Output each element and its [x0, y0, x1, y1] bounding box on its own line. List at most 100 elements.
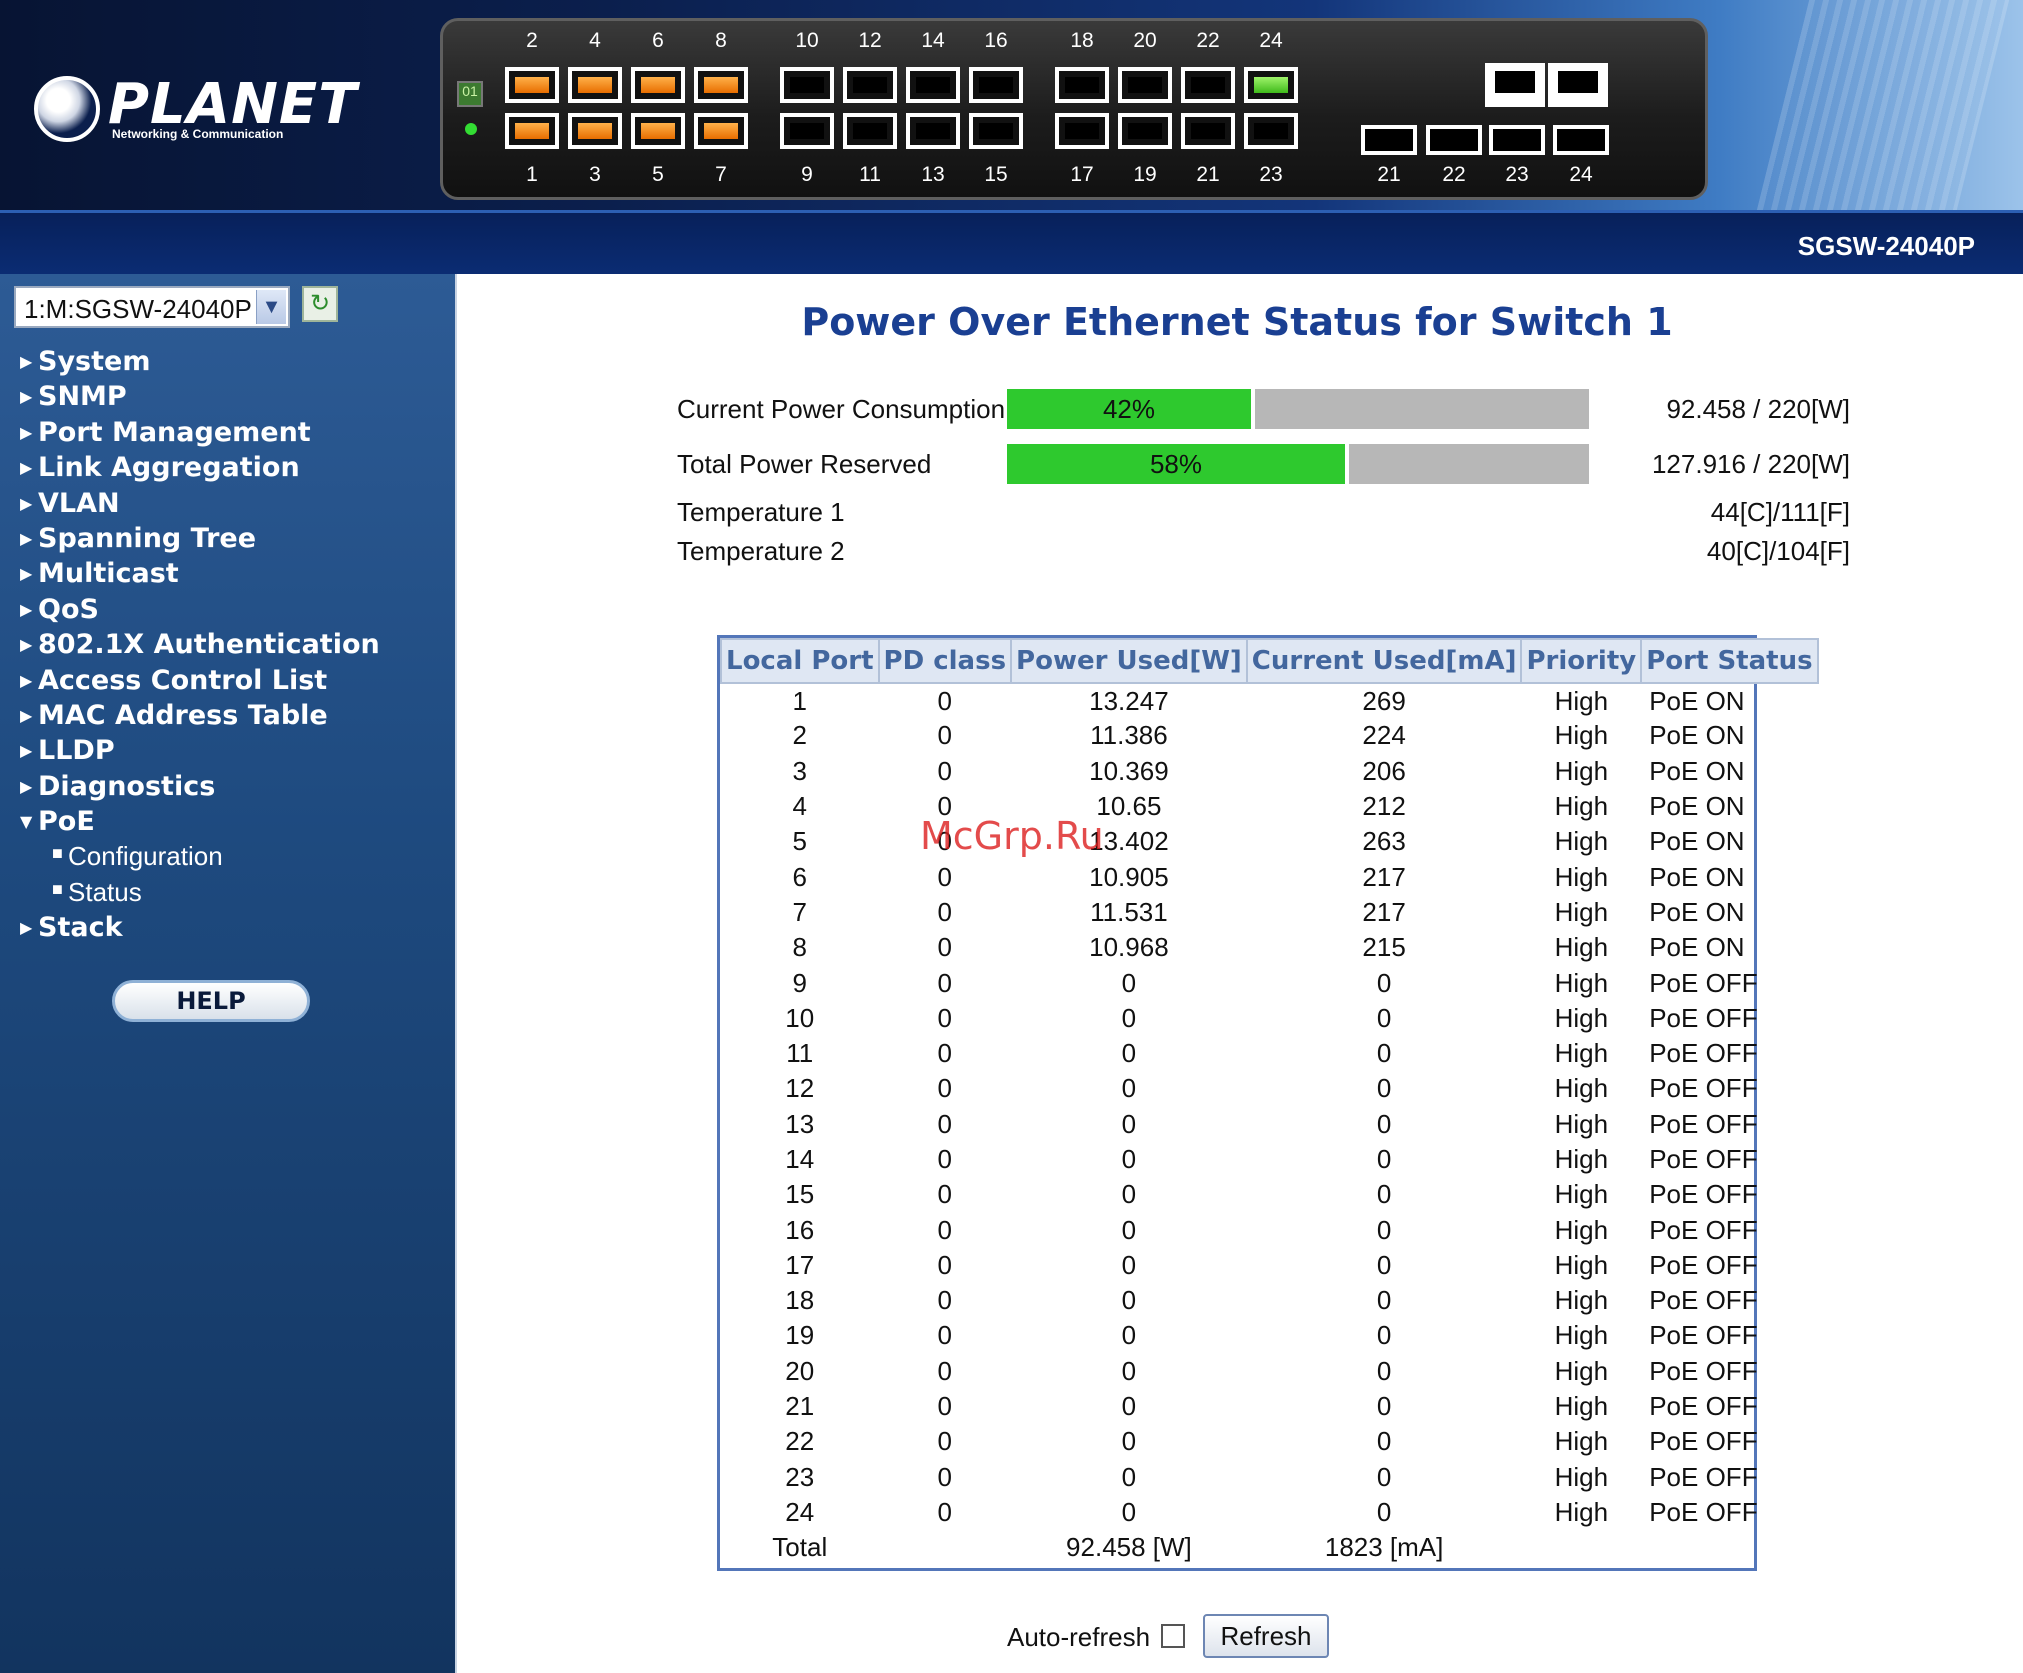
- sidebar-item-label: Access Control List: [38, 664, 328, 696]
- port-jack: [1065, 123, 1099, 139]
- sidebar-item-link-aggregation[interactable]: ▶ Link Aggregation: [18, 450, 380, 485]
- triangle-right-icon: ▶: [20, 458, 33, 478]
- sidebar-item-port-management[interactable]: ▶ Port Management: [18, 415, 380, 450]
- total-power: 92.458 [W]: [1066, 1532, 1192, 1563]
- sfp-port-icon[interactable]: [1361, 125, 1417, 155]
- ethernet-port-icon[interactable]: [694, 67, 748, 103]
- sidebar-item-label: Link Aggregation: [38, 452, 300, 484]
- cell-local-port: 19: [785, 1320, 815, 1351]
- switch-select[interactable]: 1:M:SGSW-24040P ▼: [14, 286, 290, 328]
- cell-pd-class: 0: [937, 1461, 953, 1492]
- sidebar-item-access-control-list[interactable]: ▶ Access Control List: [18, 663, 380, 698]
- ethernet-port-icon[interactable]: [505, 67, 559, 103]
- total-label: Total: [772, 1532, 828, 1563]
- triangle-right-icon: ▶: [20, 776, 33, 796]
- sidebar-item-system[interactable]: ▶ System: [18, 344, 380, 379]
- sfp-port-icon[interactable]: [1553, 125, 1609, 155]
- model-bar: SGSW-24040P: [0, 210, 2023, 274]
- cell-local-port: 10: [785, 1002, 815, 1033]
- sidebar-item-multicast[interactable]: ▶ Multicast: [18, 556, 380, 591]
- sidebar-item-snmp[interactable]: ▶ SNMP: [18, 379, 380, 414]
- triangle-down-icon: ▼: [20, 812, 33, 832]
- refresh-button[interactable]: Refresh: [1203, 1614, 1329, 1658]
- cell-current-used: 0: [1376, 1002, 1392, 1033]
- sidebar-item-vlan[interactable]: ▶ VLAN: [18, 486, 380, 521]
- ethernet-port-icon[interactable]: [568, 67, 622, 103]
- sidebar-subitem-status[interactable]: ■ Status: [18, 875, 380, 910]
- cell-priority: High: [1554, 967, 1609, 998]
- cell-port-status: PoE OFF: [1649, 1144, 1758, 1174]
- combo-port-icon[interactable]: [1485, 63, 1545, 107]
- ethernet-port-icon[interactable]: [1181, 67, 1235, 103]
- watermark: McGrp.Ru: [920, 814, 1104, 858]
- cell-current-used: 269: [1362, 685, 1406, 716]
- sidebar-subitem-configuration[interactable]: ■ Configuration: [18, 839, 380, 874]
- port-number-label: 15: [984, 163, 1008, 186]
- help-button[interactable]: HELP: [112, 980, 310, 1022]
- ethernet-port-icon[interactable]: [1055, 113, 1109, 149]
- ethernet-port-icon[interactable]: [780, 113, 834, 149]
- bullet-icon: ■: [52, 843, 63, 864]
- sidebar-item-qos[interactable]: ▶ QoS: [18, 592, 380, 627]
- cell-priority: High: [1554, 932, 1609, 963]
- ethernet-port-icon[interactable]: [631, 113, 685, 149]
- logo-tagline: Networking & Communication: [112, 127, 284, 141]
- cell-current-used: 0: [1376, 1179, 1392, 1210]
- sidebar-item-spanning-tree[interactable]: ▶ Spanning Tree: [18, 521, 380, 556]
- table-row: 3 0 10.369 206 High PoE ON: [721, 754, 1818, 789]
- ethernet-port-icon[interactable]: [568, 113, 622, 149]
- port-number-label: 20: [1133, 29, 1157, 52]
- sidebar-item-lldp[interactable]: ▶ LLDP: [18, 733, 380, 768]
- ethernet-port-icon[interactable]: [843, 113, 897, 149]
- sfp-number-label: 21: [1377, 163, 1401, 186]
- triangle-right-icon: ▶: [20, 705, 33, 725]
- column-header-port-status: Port Status: [1640, 638, 1819, 684]
- ethernet-port-icon[interactable]: [1181, 113, 1235, 149]
- auto-refresh-checkbox[interactable]: [1161, 1624, 1185, 1648]
- sfp-port-icon[interactable]: [1489, 125, 1545, 155]
- port-jack: [704, 123, 738, 139]
- ethernet-port-icon[interactable]: [694, 113, 748, 149]
- sidebar-item-mac-address-table[interactable]: ▶ MAC Address Table: [18, 698, 380, 733]
- ethernet-port-icon[interactable]: [1055, 67, 1109, 103]
- cell-pd-class: 0: [937, 861, 953, 892]
- ethernet-port-icon[interactable]: [969, 113, 1023, 149]
- cell-power-used: 0: [1121, 1496, 1137, 1527]
- combo-port-icon[interactable]: [1548, 63, 1608, 107]
- cell-priority: High: [1554, 826, 1609, 857]
- sidebar-item-label: Multicast: [38, 558, 179, 590]
- ethernet-port-icon[interactable]: [843, 67, 897, 103]
- ethernet-port-icon[interactable]: [1118, 67, 1172, 103]
- cell-power-used: 0: [1121, 1144, 1137, 1174]
- ethernet-port-icon[interactable]: [1118, 113, 1172, 149]
- ethernet-port-icon[interactable]: [906, 113, 960, 149]
- ethernet-port-icon[interactable]: [631, 67, 685, 103]
- reserved-value: 127.916 / 220[W]: [1651, 449, 1850, 479]
- triangle-right-icon: ▶: [20, 670, 33, 690]
- chevron-down-icon[interactable]: ▼: [256, 290, 286, 324]
- sidebar-item-label: MAC Address Table: [38, 699, 328, 731]
- ethernet-port-icon[interactable]: [1244, 113, 1298, 149]
- ethernet-port-icon[interactable]: [1244, 67, 1298, 103]
- sidebar-item-8021x-authentication[interactable]: ▶ 802.1X Authentication: [18, 627, 380, 662]
- switch-select-value: 1:M:SGSW-24040P: [24, 294, 252, 324]
- ethernet-port-icon[interactable]: [780, 67, 834, 103]
- sfp-port-icon[interactable]: [1426, 125, 1482, 155]
- cell-port-status: PoE ON: [1649, 755, 1745, 786]
- port-number-label: 8: [715, 29, 727, 52]
- refresh-icon[interactable]: ↻: [302, 286, 338, 322]
- reserved-label: Total Power Reserved: [677, 449, 932, 479]
- sidebar-item-diagnostics[interactable]: ▶ Diagnostics: [18, 769, 380, 804]
- cell-port-status: PoE OFF: [1649, 1496, 1758, 1527]
- ethernet-port-icon[interactable]: [906, 67, 960, 103]
- sidebar-item-poe[interactable]: ▼ PoE: [18, 804, 380, 839]
- ethernet-port-icon[interactable]: [505, 113, 559, 149]
- triangle-right-icon: ▶: [20, 599, 33, 619]
- cell-local-port: 16: [785, 1214, 815, 1245]
- ethernet-port-icon[interactable]: [969, 67, 1023, 103]
- port-number-label: 18: [1070, 29, 1094, 52]
- cell-pd-class: 0: [937, 685, 953, 716]
- sidebar-item-stack[interactable]: ▶ Stack: [18, 910, 380, 945]
- consumption-bar-divider: [1251, 389, 1255, 429]
- port-jack: [853, 123, 887, 139]
